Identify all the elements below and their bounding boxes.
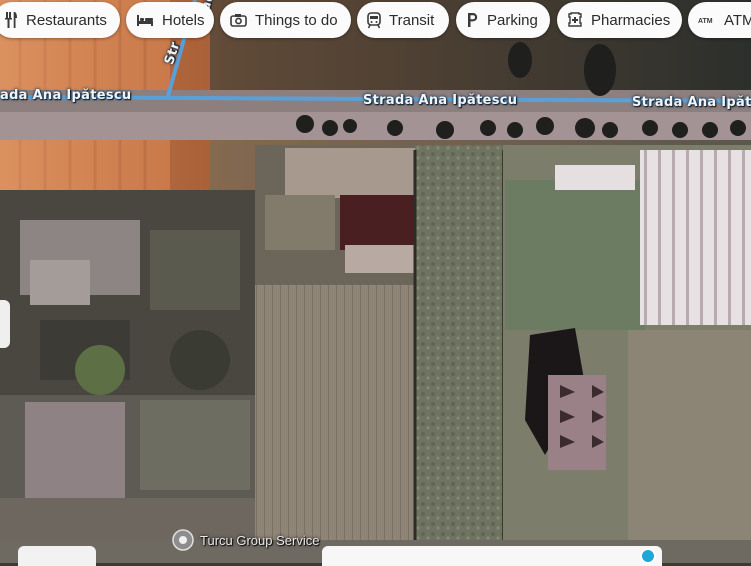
chip-restaurants[interactable]: Restaurants: [0, 2, 120, 38]
parking-icon: [468, 13, 478, 27]
chip-hotels[interactable]: Hotels: [126, 2, 214, 38]
chip-label: ATMs: [724, 11, 751, 29]
camera-icon: [230, 14, 247, 27]
atm-icon: ATM: [698, 18, 713, 25]
chip-atms[interactable]: ATM ATMs: [688, 2, 751, 38]
train-icon: [367, 11, 381, 28]
chip-parking[interactable]: Parking: [456, 2, 550, 38]
satellite-map[interactable]: [0, 0, 751, 563]
chip-label: Parking: [487, 11, 538, 29]
side-panel-handle[interactable]: [0, 300, 10, 348]
fork-knife-icon: [5, 12, 17, 28]
chip-label: Transit: [389, 11, 435, 29]
street-label: Strada Ana Ipăte: [632, 95, 751, 110]
my-location-dot: [640, 548, 656, 564]
poi-label: Turcu Group Service: [200, 532, 320, 548]
svg-text:ATM: ATM: [698, 18, 713, 25]
street-label: Strada Ana Ipătescu: [363, 93, 518, 108]
category-chips: Restaurants Hotels Things to do Transit: [0, 0, 751, 44]
chip-transit[interactable]: Transit: [357, 2, 449, 38]
bed-icon: [137, 15, 153, 26]
chip-pharmacies[interactable]: Pharmacies: [557, 2, 682, 38]
street-label: ada Ana Ipătescu: [0, 88, 132, 103]
bottom-sheet[interactable]: [322, 546, 662, 566]
location-pin-icon: [172, 529, 194, 551]
bottom-left-card[interactable]: [18, 546, 96, 566]
pharmacy-icon: [568, 12, 582, 27]
chip-label: Restaurants: [26, 11, 107, 29]
chip-label: Things to do: [255, 11, 338, 29]
chip-things-to-do[interactable]: Things to do: [220, 2, 351, 38]
chip-label: Hotels: [162, 11, 205, 29]
poi-marker[interactable]: Turcu Group Service: [172, 529, 319, 551]
chip-label: Pharmacies: [591, 11, 671, 29]
